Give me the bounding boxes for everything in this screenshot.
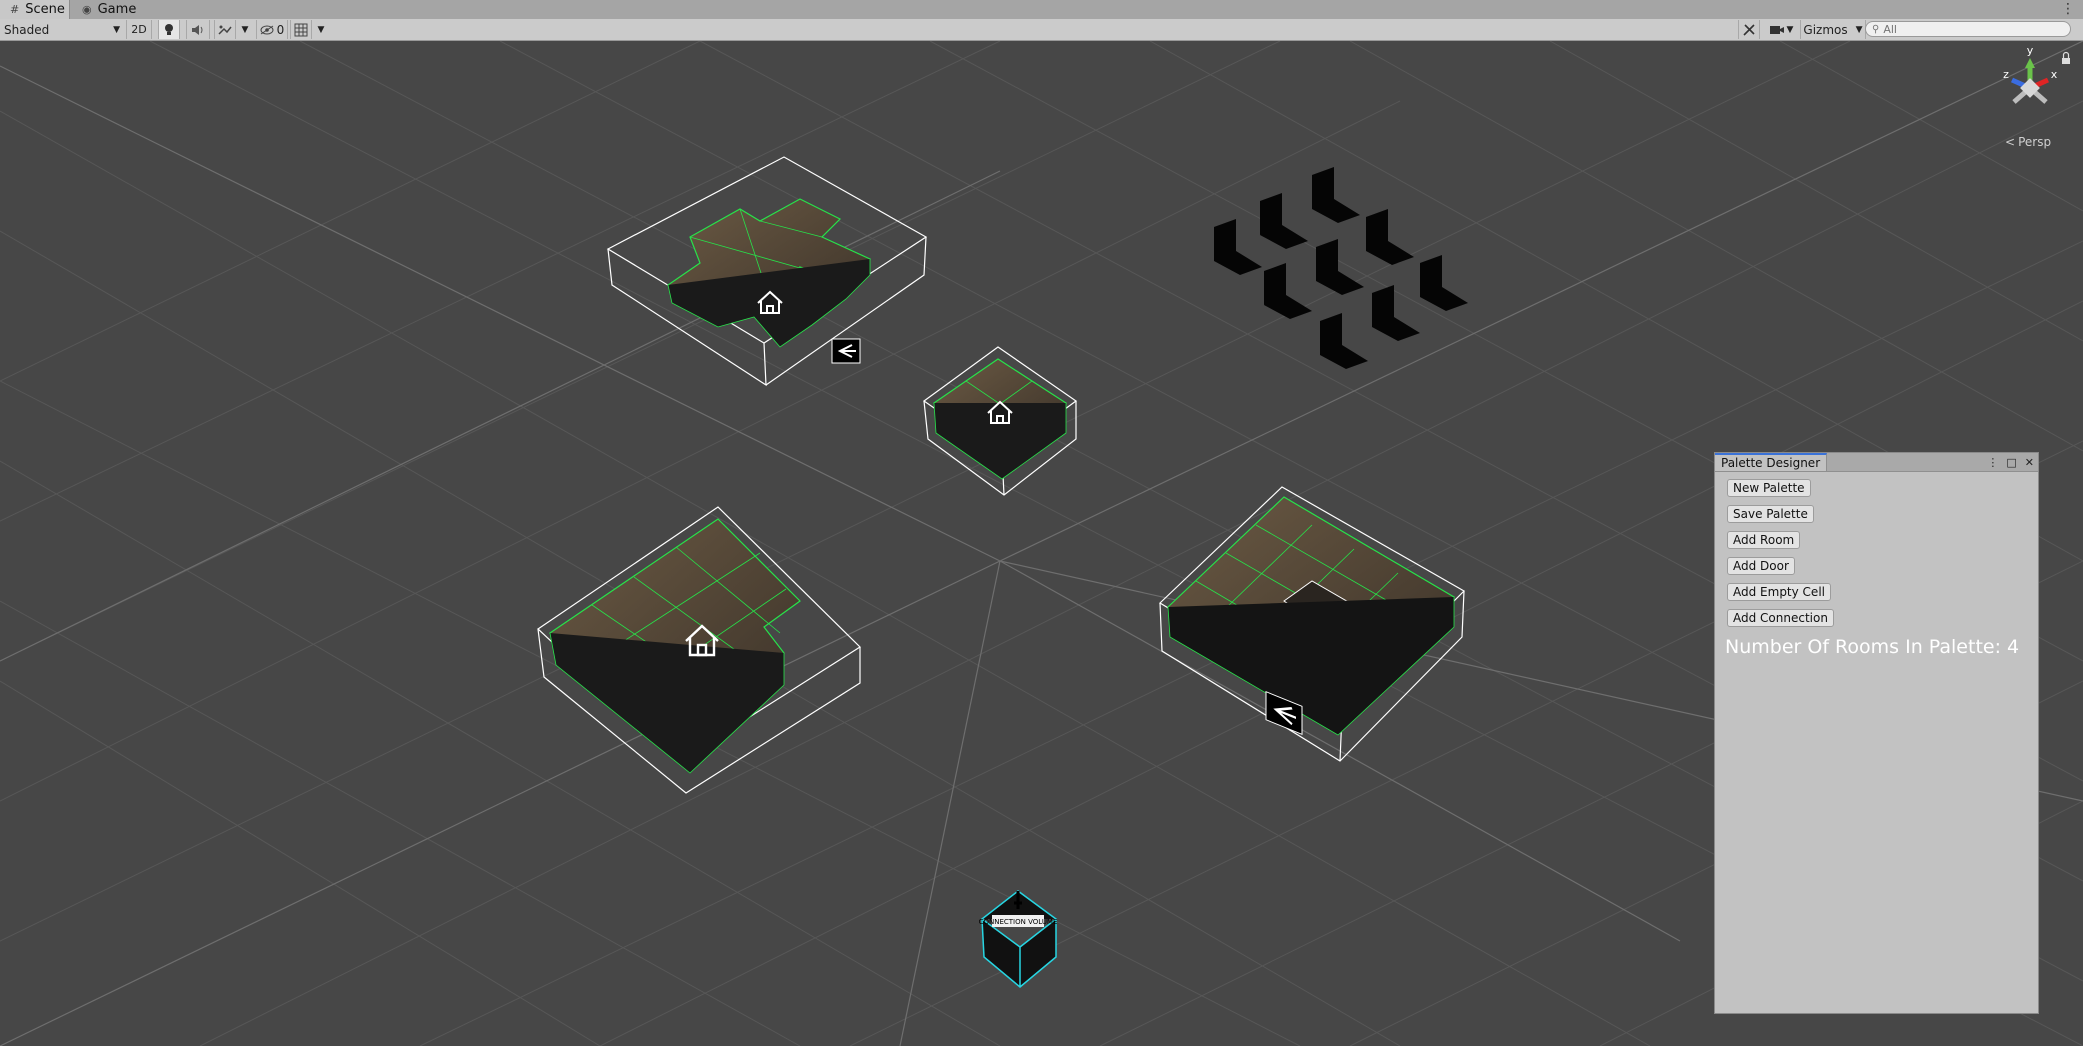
tab-game[interactable]: ◉ Game (72, 0, 140, 19)
gizmo-x-label: x (2051, 68, 2058, 81)
gamepad-icon: ◉ (82, 3, 92, 16)
gizmos-label: Gizmos (1803, 22, 1848, 37)
tools-icon (1743, 23, 1755, 36)
search-input[interactable] (1883, 22, 2054, 36)
save-palette-button[interactable]: Save Palette (1727, 505, 1814, 523)
rooms-count-label: Number Of Rooms In Palette: 4 (1725, 636, 2020, 658)
chevron-down-icon: ▼ (241, 24, 249, 35)
room-cross[interactable] (606, 156, 928, 387)
perspective-icon: < (2005, 135, 2016, 149)
scene-toolbar: Shaded ▼ 2D ▼ 0 ▼ ▼ Gizmos ▼ ⚲ (0, 19, 2083, 41)
palette-designer-window: Palette Designer ⋮ □ ✕ New Palette Save … (1714, 452, 2039, 1014)
tab-scene-label: Scene (25, 2, 65, 17)
tab-scene[interactable]: # Scene (0, 0, 70, 19)
kebab-menu-icon[interactable]: ⋮ (2061, 0, 2075, 19)
close-icon[interactable]: ✕ (2025, 456, 2034, 469)
audio-toggle-button[interactable] (186, 20, 210, 39)
tab-game-label: Game (97, 2, 137, 17)
gizmo-z-label: z (2003, 68, 2009, 81)
chevron-down-icon: ▼ (1786, 24, 1794, 35)
projection-label: Persp (2018, 135, 2052, 149)
room-l-shape[interactable] (537, 506, 861, 794)
draw-mode-label: Shaded (4, 22, 50, 37)
lock-icon[interactable] (2062, 51, 2070, 65)
draw-mode-dropdown[interactable]: Shaded ▼ (4, 20, 120, 39)
toggle-2d-label: 2D (131, 23, 147, 36)
add-door-button[interactable]: Add Door (1727, 557, 1795, 575)
connection-volume-label: CONNECTION VOLUME (979, 918, 1058, 926)
palette-designer-title: Palette Designer (1721, 456, 1821, 470)
lightbulb-icon (165, 23, 173, 35)
chevron-down-icon: ▼ (317, 24, 325, 35)
search-input-container[interactable]: ⚲ (1865, 21, 2071, 37)
add-connection-button[interactable]: Add Connection (1727, 609, 1834, 627)
new-palette-button[interactable]: New Palette (1727, 479, 1811, 497)
room-small[interactable] (922, 346, 1078, 496)
connection-volume[interactable]: CONNECTION VOLUME (979, 890, 1058, 988)
camera-icon (1769, 25, 1784, 34)
hidden-count: 0 (276, 22, 285, 37)
add-room-button[interactable]: Add Room (1727, 531, 1801, 549)
chevron-down-icon: ▼ (113, 24, 120, 35)
speaker-icon (192, 24, 203, 35)
toggle-2d-button[interactable]: 2D (126, 20, 152, 39)
gizmo-y-label: y (2027, 44, 2034, 57)
camera-dropdown[interactable]: ▼ (1764, 20, 1798, 39)
effects-icon (218, 25, 232, 35)
eye-slash-icon (260, 25, 274, 34)
window-controls: ⋮ □ ✕ (1987, 453, 2034, 471)
maximize-icon[interactable]: □ (2006, 456, 2016, 469)
lighting-toggle-button[interactable] (158, 20, 180, 39)
palette-designer-header: Palette Designer ⋮ □ ✕ (1715, 453, 2038, 472)
palette-designer-tab[interactable]: Palette Designer (1715, 453, 1828, 471)
orientation-gizmo[interactable]: y x z (2003, 44, 2058, 104)
grid-dropdown[interactable]: ▼ (314, 20, 328, 39)
editor-tab-bar: # Scene ◉ Game ⋮ (0, 0, 2083, 20)
gizmos-dropdown[interactable]: Gizmos ▼ (1800, 20, 1866, 39)
exit-icon (831, 338, 861, 364)
grid-toggle-button[interactable] (290, 20, 312, 39)
effects-toggle-button[interactable] (214, 20, 236, 39)
tools-button[interactable] (1738, 20, 1760, 39)
chevron-down-icon: ▼ (1855, 24, 1863, 35)
hidden-objects-toggle[interactable]: 0 (256, 20, 288, 39)
search-icon: ⚲ (1872, 23, 1880, 35)
hash-icon: # (10, 3, 20, 16)
grid-icon (294, 23, 308, 36)
add-empty-cell-button[interactable]: Add Empty Cell (1727, 583, 1831, 601)
effects-dropdown[interactable]: ▼ (238, 20, 252, 39)
projection-toggle[interactable]: < Persp (2005, 135, 2051, 149)
kebab-menu-icon[interactable]: ⋮ (1987, 456, 1998, 469)
